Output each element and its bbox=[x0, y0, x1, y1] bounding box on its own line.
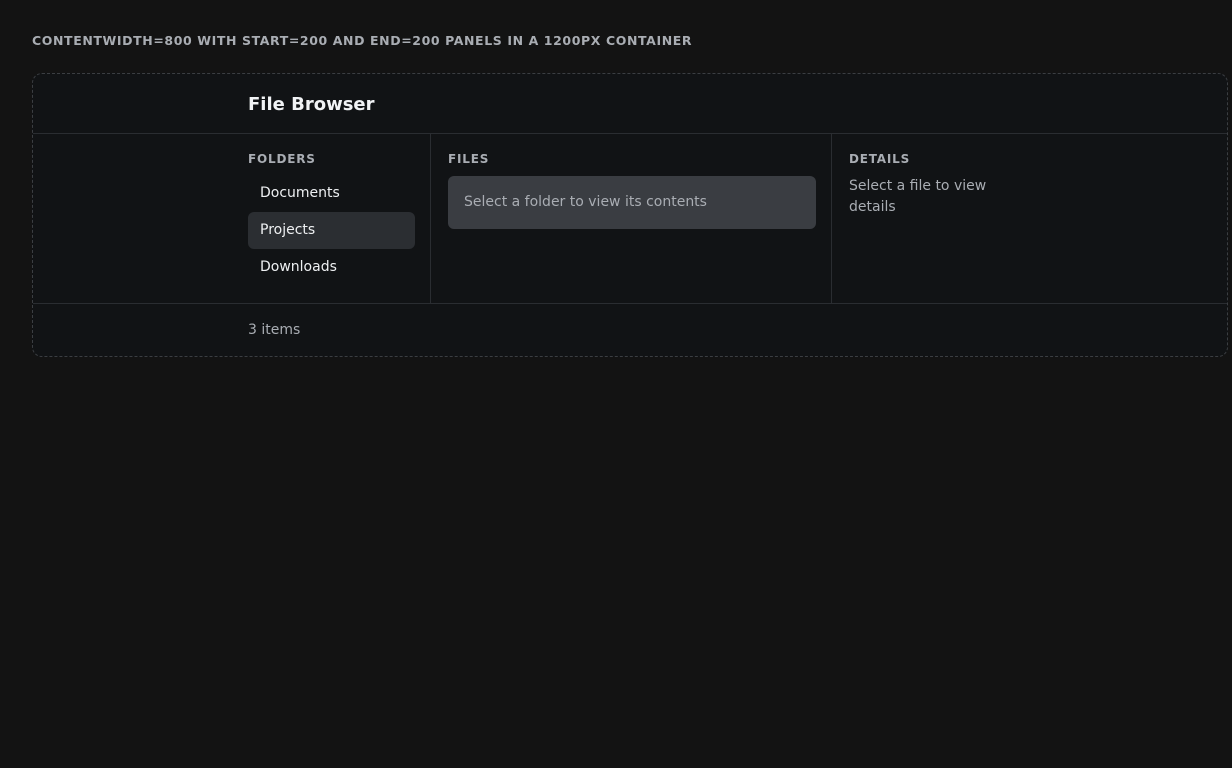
status-footer: 3 items bbox=[33, 304, 1227, 356]
folder-item-documents[interactable]: Documents bbox=[248, 175, 415, 212]
layout-caption: CONTENTWIDTH=800 WITH START=200 AND END=… bbox=[32, 33, 693, 48]
files-empty-state: Select a folder to view its contents bbox=[448, 176, 816, 229]
folders-heading: FOLDERS bbox=[248, 152, 316, 166]
details-panel: DETAILS Select a file to view details bbox=[832, 134, 1227, 303]
panels-row: FOLDERS Documents Projects Downloads FIL… bbox=[33, 134, 1227, 304]
files-heading: FILES bbox=[448, 152, 490, 166]
item-count: 3 items bbox=[248, 322, 301, 338]
folder-item-downloads[interactable]: Downloads bbox=[248, 249, 415, 286]
app-title: File Browser bbox=[248, 94, 375, 115]
details-empty-state: Select a file to view details bbox=[849, 178, 987, 215]
file-browser-container: File Browser FOLDERS Documents Projects … bbox=[32, 73, 1228, 357]
app-header: File Browser bbox=[33, 74, 1227, 134]
folder-item-projects[interactable]: Projects bbox=[248, 212, 415, 249]
folder-list: Documents Projects Downloads bbox=[248, 175, 415, 286]
folders-panel: FOLDERS Documents Projects Downloads bbox=[33, 134, 431, 303]
files-panel: FILES Select a folder to view its conten… bbox=[431, 134, 832, 303]
details-heading: DETAILS bbox=[849, 152, 911, 166]
